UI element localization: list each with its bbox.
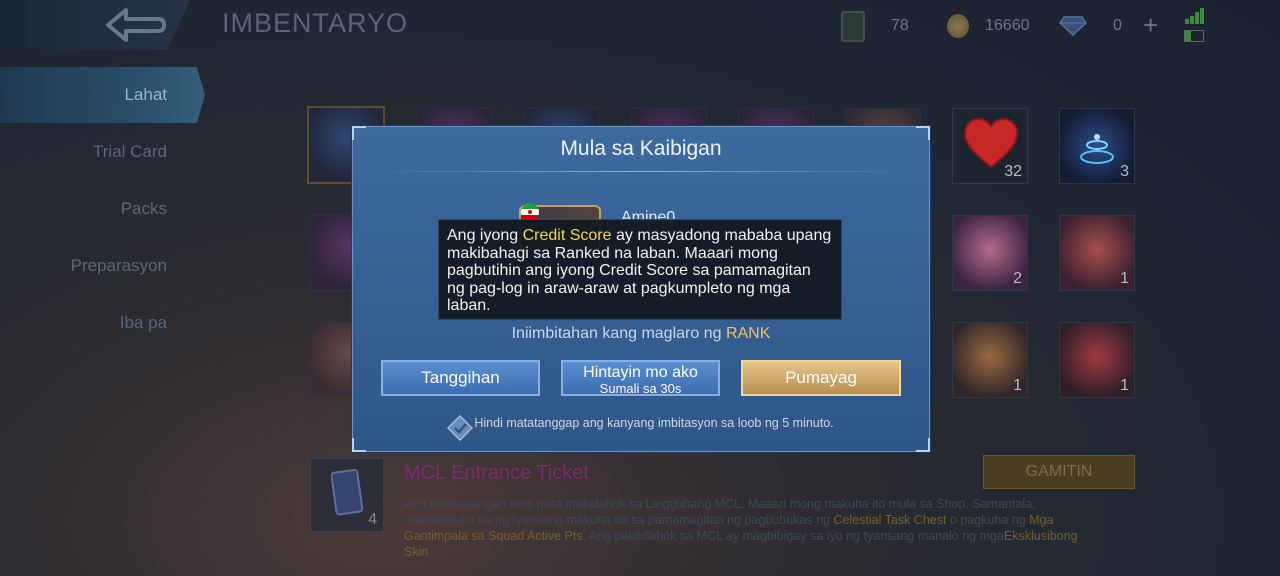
wait-button[interactable]: Hintayin mo ako Sumali sa 30s (561, 360, 720, 396)
item-count: 1 (1013, 377, 1022, 394)
title-divider (371, 171, 911, 172)
invite-notice: Hindi matatanggap ang kanyang imbitasyon… (474, 416, 834, 430)
item-count: 1 (1120, 270, 1129, 287)
sidebar-item-iba-pa[interactable]: Iba pa (0, 313, 167, 333)
diamond-icon (1059, 16, 1087, 36)
diamond-currency: 0 (1059, 12, 1122, 40)
page-title: IMBENTARYO (222, 8, 409, 38)
detail-item-thumbnail: 4 (310, 458, 384, 532)
coin-count: 16660 (985, 17, 1030, 34)
credit-score-highlight: Credit Score (522, 227, 612, 244)
add-diamond-button[interactable]: + (1143, 12, 1158, 38)
detail-item-count: 4 (368, 511, 377, 528)
invite-mode: RANK (725, 325, 771, 342)
diamond-count: 0 (1113, 17, 1122, 34)
detail-item-name: MCL Entrance Ticket (404, 462, 589, 484)
coin-icon (947, 14, 969, 38)
sidebar-item-trial-card[interactable]: Trial Card (0, 142, 167, 162)
aura-icon (1080, 134, 1114, 164)
battery-icon (1184, 30, 1204, 42)
inventory-item-hero-skin[interactable]: 1 (1059, 215, 1135, 291)
back-button[interactable] (0, 0, 190, 50)
frame-corner (352, 438, 366, 452)
coin-currency: 16660 (947, 12, 1030, 40)
credit-score-tooltip: Ang iyong Credit Score ay masyadong maba… (438, 219, 842, 320)
decline-button[interactable]: Tanggihan (381, 360, 540, 396)
inventory-item-aura[interactable]: 3 (1059, 108, 1135, 184)
sidebar-item-preparasyon[interactable]: Preparasyon (0, 256, 167, 276)
use-button[interactable]: GAMITIN (983, 455, 1135, 489)
sidebar-item-lahat[interactable]: Lahat (0, 85, 167, 105)
inventory-item-hero-skin[interactable]: 2 (952, 215, 1028, 291)
item-count: 32 (1004, 163, 1022, 180)
accept-button[interactable]: Pumayag (741, 360, 901, 396)
ticket-card-icon (331, 469, 364, 516)
inventory-item-hero-skin[interactable]: 1 (1059, 322, 1135, 398)
ticket-currency: 78 (841, 10, 909, 42)
ticket-count: 78 (891, 17, 909, 34)
inventory-item-heart[interactable]: 32 (952, 108, 1028, 184)
signal-icon (1185, 8, 1204, 24)
ticket-icon (841, 10, 865, 42)
detail-item-description: Ang kinakailangan item para makalahok sa… (404, 497, 1078, 559)
item-count: 2 (1013, 270, 1022, 287)
item-count: 1 (1120, 377, 1129, 394)
dialog-title: Mula sa Kaibigan (560, 137, 722, 160)
invite-message: Iniimbitahan kang maglaro ng RANK (511, 325, 771, 342)
frame-corner (916, 438, 930, 452)
back-arrow-icon (106, 8, 166, 42)
inventory-item-hero-skin[interactable]: 1 (952, 322, 1028, 398)
sidebar-item-packs[interactable]: Packs (0, 199, 167, 219)
item-count: 3 (1120, 163, 1129, 180)
wait-timer: Sumali sa 30s (599, 381, 682, 396)
